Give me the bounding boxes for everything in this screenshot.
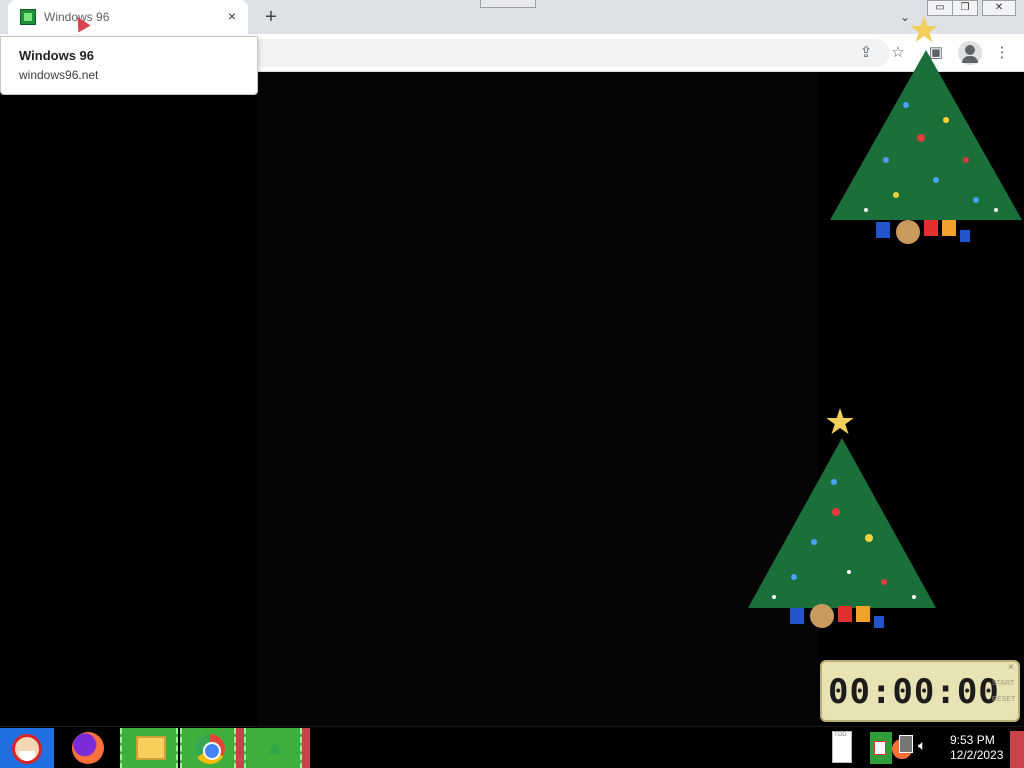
tree-taskbar-button[interactable]: ▲ bbox=[244, 728, 302, 768]
clock-date[interactable]: 12/2/2023 bbox=[950, 748, 1010, 762]
christmas-tree-bottom: ★ bbox=[744, 402, 940, 638]
christmas-tree-icon: ▲ bbox=[264, 734, 286, 759]
firefox-icon bbox=[72, 732, 104, 764]
chrome-icon bbox=[195, 734, 225, 764]
gift-icon bbox=[874, 616, 884, 628]
christmas-tree-top: ★ bbox=[826, 10, 1024, 250]
explorer-taskbar-button[interactable] bbox=[120, 728, 178, 768]
show-desktop-button[interactable] bbox=[1010, 731, 1024, 768]
gift-icon bbox=[924, 220, 938, 236]
window-drag-handle[interactable] bbox=[480, 0, 536, 8]
gift-icon bbox=[876, 222, 890, 238]
start-button[interactable] bbox=[0, 728, 54, 768]
timer-display: 00:00:00 bbox=[828, 672, 1000, 712]
screen: Windows 96 × + ⌄ ▭ ❐ ✕ ⇪ ☆ ▣ ⋮ ★ ★ Windo… bbox=[0, 0, 1024, 768]
network-icon[interactable] bbox=[899, 735, 913, 753]
tab-windows96[interactable]: Windows 96 × bbox=[8, 0, 248, 34]
taskbar: ▲ TOD 🔈︎ 9:53 PM 12/2/2023 bbox=[0, 726, 1024, 768]
new-tab-button[interactable]: + bbox=[260, 6, 282, 28]
gift-icon bbox=[960, 230, 970, 242]
chrome-taskbar-button[interactable] bbox=[180, 728, 236, 768]
timer-close-icon[interactable]: × bbox=[1008, 662, 1014, 673]
teddy-bear-icon bbox=[896, 220, 920, 244]
hover-card-url: windows96.net bbox=[19, 68, 99, 82]
shield-icon bbox=[874, 741, 886, 755]
folder-icon bbox=[136, 736, 166, 760]
gift-icon bbox=[838, 606, 852, 622]
clock-time[interactable]: 9:53 PM bbox=[950, 733, 1010, 747]
tab-close-icon[interactable]: × bbox=[224, 8, 240, 24]
windows96-favicon-icon bbox=[20, 9, 36, 25]
volume-icon[interactable]: 🔈︎ bbox=[918, 737, 926, 754]
santa-icon bbox=[12, 734, 42, 764]
teddy-bear-icon bbox=[810, 604, 834, 628]
address-bar[interactable] bbox=[250, 39, 890, 67]
taskbar-separator bbox=[302, 728, 310, 768]
tray-doc-label: TOD bbox=[834, 732, 847, 738]
gift-icon bbox=[856, 606, 870, 622]
tree-lights bbox=[772, 479, 916, 599]
firefox-taskbar-button[interactable] bbox=[62, 728, 118, 768]
timer-widget: 00:00:00 START RESET × bbox=[820, 660, 1020, 722]
notepad-tray-icon[interactable]: TOD bbox=[832, 731, 852, 763]
desktop-area: ★ ★ bbox=[0, 10, 1024, 726]
timer-start-button[interactable]: START bbox=[992, 680, 1014, 687]
taskbar-separator bbox=[236, 728, 244, 768]
timer-reset-button[interactable]: RESET bbox=[992, 696, 1015, 703]
tree-lights bbox=[864, 102, 998, 212]
tab-hover-card: Windows 96 windows96.net bbox=[0, 36, 258, 95]
gift-icon bbox=[790, 608, 804, 624]
desktop-shade bbox=[258, 72, 818, 726]
gift-icon bbox=[942, 220, 956, 236]
hover-card-title: Windows 96 bbox=[19, 48, 95, 63]
